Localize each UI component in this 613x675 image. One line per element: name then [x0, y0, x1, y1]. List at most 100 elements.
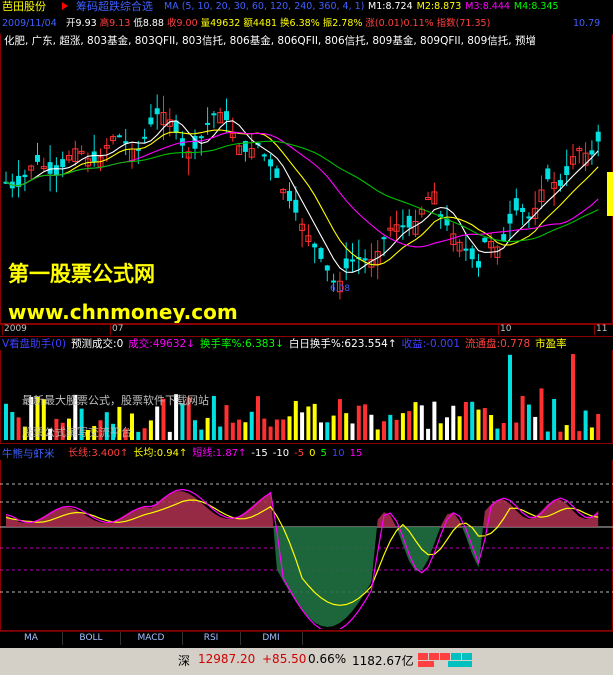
candle-body: [400, 225, 406, 228]
candle-body: [35, 154, 40, 162]
turnover-amount: 1182.67亿: [352, 654, 414, 668]
breadth-up-block: [440, 653, 450, 660]
ad-text-2: 股票公式编写交流平台: [22, 426, 132, 439]
volume-bar: [211, 395, 216, 440]
indicator-title[interactable]: 筹码超跌综合选: [76, 0, 153, 14]
volume-stat: 换手率%:6.383↓: [200, 338, 284, 350]
volume-bar: [476, 409, 481, 440]
volume-bar: [508, 354, 512, 440]
volume-bar: [564, 425, 569, 440]
volume-bar: [558, 431, 563, 440]
ohlc-value: 高9.13: [99, 18, 131, 29]
last-price-marker: [607, 172, 613, 216]
breadth-up-block: [418, 653, 428, 660]
volume-bar: [300, 412, 305, 440]
volume-bar: [230, 422, 235, 440]
candle-body: [564, 166, 570, 176]
candle-body: [589, 150, 595, 155]
oscillator-value: 10: [331, 448, 345, 459]
index-percent: 0.66%: [308, 652, 347, 666]
oscillator-value: -15: [251, 448, 268, 459]
volume-bar: [400, 413, 405, 440]
volume-bar: [571, 354, 575, 440]
volume-bar: [274, 419, 279, 440]
time-tick: [498, 324, 499, 335]
volume-bar: [426, 428, 431, 440]
volume-bar: [514, 422, 519, 440]
candle-body: [318, 248, 324, 259]
oscillator-value: 0: [309, 448, 316, 459]
tab-macd[interactable]: MACD: [120, 632, 183, 645]
ma-value: M4:8.345: [513, 1, 559, 12]
volume-bar: [167, 431, 172, 440]
breadth-down-block: [451, 653, 461, 660]
candle-body: [293, 199, 299, 213]
oscillator-value: 长均:0.94↑: [133, 448, 188, 459]
oscillator-value: 5: [320, 448, 327, 459]
ohlc-value: 涨(0.01)0.11%: [365, 18, 434, 29]
header-row-2: 2009/11/04 开9.93 高9.13 低8.88 收9.00 量49632 额44…: [0, 17, 613, 31]
status-bar: 深 12987.20 +85.50 0.66% 1182.67亿: [0, 648, 613, 675]
candle-body: [501, 234, 507, 242]
volume-bar: [142, 428, 147, 440]
time-label: 11: [596, 324, 608, 334]
volume-bar: [344, 413, 349, 440]
volume-bar: [388, 414, 393, 440]
tab-dmi[interactable]: DMI: [240, 632, 303, 645]
volume-bar: [520, 395, 525, 440]
volume-bar: [457, 416, 462, 440]
ohlc-values: 开9.93 高9.13 低8.88 收9.00 量49632 额4481 换6.38% 振2.…: [66, 17, 493, 31]
volume-bar: [369, 414, 374, 440]
volume-bar: [545, 431, 550, 440]
candle-body: [482, 237, 488, 243]
candle-body: [142, 136, 148, 139]
oscillator-name[interactable]: 牛熊与虾米: [2, 447, 55, 461]
candle-body: [526, 216, 532, 219]
time-axis: 2009 07 10 11: [0, 323, 613, 337]
tab-ma[interactable]: MA: [0, 632, 63, 645]
volume-bar: [237, 419, 242, 440]
oscillator-value: 15: [349, 448, 363, 459]
volume-stat: 预测成交:0: [71, 338, 124, 350]
candle-body: [60, 159, 66, 168]
volume-bar: [287, 416, 292, 440]
volume-bar: [407, 411, 412, 440]
candle-body: [520, 207, 526, 212]
volume-bar: [533, 416, 538, 440]
ohlc-value: 指数(71.35): [436, 18, 491, 29]
volume-bar: [413, 402, 418, 440]
volume-bar: [552, 398, 557, 440]
ma-value: M1:8.724: [368, 1, 413, 12]
volume-bar: [375, 429, 380, 440]
stock-name[interactable]: 芭田股份: [2, 0, 46, 14]
tab-boll[interactable]: BOLL: [62, 632, 121, 645]
volume-bar: [596, 413, 601, 440]
volume-bar: [583, 410, 588, 440]
candle-body: [324, 265, 330, 271]
flag-icon[interactable]: [62, 2, 68, 10]
candle-body: [154, 108, 160, 115]
candle-body: [53, 165, 59, 176]
volume-bar: [419, 405, 424, 440]
candle-body: [463, 248, 469, 251]
volume-bar: [10, 411, 15, 440]
market-breadth-bar[interactable]: [418, 653, 478, 667]
candle-body: [287, 190, 292, 202]
ohlc-value: 收9.00: [166, 18, 198, 29]
candle-body: [148, 117, 154, 125]
volume-bar: [451, 405, 456, 440]
volume-stat: 成交:49632↓: [128, 338, 196, 350]
volume-bar: [180, 403, 185, 440]
volume-bar: [495, 428, 500, 440]
candle-body: [362, 258, 368, 261]
price-axis-top-label: 10.79: [573, 18, 601, 29]
oscillator-chart[interactable]: [0, 461, 613, 629]
volume-bar: [331, 415, 336, 440]
volume-bar: [356, 405, 361, 440]
volume-bar: [463, 401, 468, 440]
ad-text-1: 最新最大股票公式，股票软件下载网站: [22, 394, 209, 407]
candle-body: [198, 136, 204, 139]
tab-rsi[interactable]: RSI: [182, 632, 241, 645]
candle-body: [205, 122, 211, 125]
indicator-tab-bar: MA BOLL MACD RSI DMI: [0, 631, 613, 645]
